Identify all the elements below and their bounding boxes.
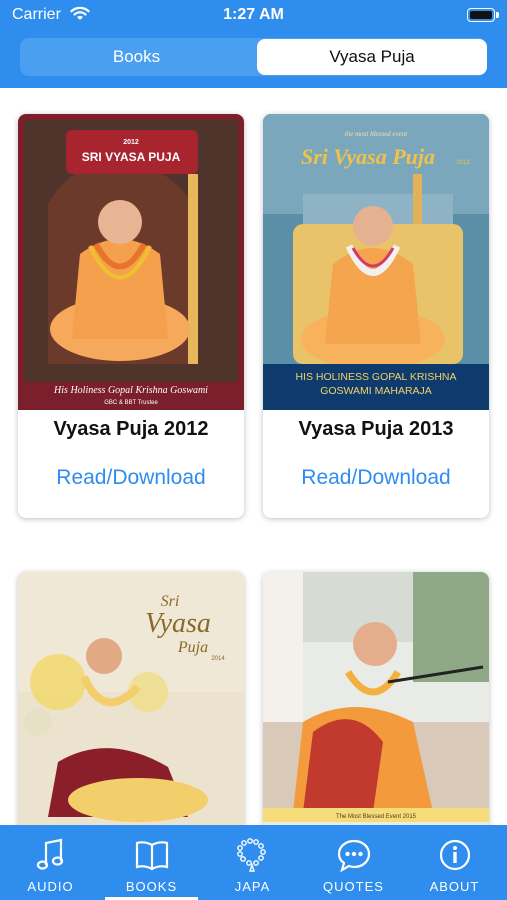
chat-bubble-icon: [337, 839, 371, 873]
cover-puja: Puja: [177, 639, 208, 656]
tab-japa[interactable]: JAPA: [202, 825, 303, 900]
read-download-link[interactable]: Read/Download: [18, 466, 244, 490]
tab-label: JAPA: [234, 879, 271, 894]
book-icon: [135, 841, 169, 871]
cover-caption-line1: HIS HOLINESS GOPAL KRISHNA: [295, 371, 456, 383]
tab-audio[interactable]: AUDIO: [0, 825, 101, 900]
info-icon: [439, 839, 471, 871]
cover-caption: The Most Blessed Event 2015: [336, 814, 417, 820]
card-title: Vyasa Puja 2012: [53, 418, 209, 440]
book-card-2013[interactable]: the most blessed event Sri Vyasa Puja 20…: [263, 114, 489, 518]
cover-image-2013[interactable]: the most blessed event Sri Vyasa Puja 20…: [263, 114, 489, 410]
cover-year: 2012: [123, 139, 139, 146]
cover-image-2012[interactable]: 2012 SRI VYASA PUJA His Holiness Gopal K…: [18, 114, 244, 410]
cover-heading: SRI VYASA PUJA: [82, 150, 181, 164]
book-card-2015[interactable]: The Most Blessed Event 2015: [263, 572, 489, 825]
book-card-2012[interactable]: 2012 SRI VYASA PUJA His Holiness Gopal K…: [18, 114, 244, 518]
tab-quotes[interactable]: QUOTES: [303, 825, 404, 900]
cover-caption-line2: GOSWAMI MAHARAJA: [320, 385, 432, 397]
status-bar: Carrier 1:27 AM: [0, 0, 507, 30]
status-time: 1:27 AM: [223, 6, 284, 23]
read-download-link[interactable]: Read/Download: [263, 466, 489, 490]
bottom-tab-bar: AUDIO BOOKS JAPA QUOTES ABOUT: [0, 825, 507, 900]
music-note-icon: [36, 838, 64, 870]
vyasa-puja-grid: 2012 SRI VYASA PUJA His Holiness Gopal K…: [0, 88, 507, 825]
tab-label: ABOUT: [429, 879, 480, 894]
cover-subcaption: GBC & BBT Trustee: [104, 400, 158, 406]
tab-books[interactable]: BOOKS: [101, 825, 202, 900]
cover-year: 2014: [211, 656, 225, 662]
segmented-control: Books Vyasa Puja: [20, 38, 487, 76]
cover-vyasa: Vyasa: [145, 608, 211, 639]
top-header: Carrier 1:27 AM Books Vyasa Puja: [0, 0, 507, 88]
tab-label: QUOTES: [323, 879, 384, 894]
japa-beads-icon: [237, 838, 266, 872]
cover-tagline: the most blessed event: [345, 130, 408, 138]
battery-icon: [467, 8, 499, 22]
segment-books[interactable]: Books: [20, 38, 253, 76]
tab-label: BOOKS: [125, 879, 178, 894]
cover-year: 2013: [456, 160, 470, 166]
tab-about[interactable]: ABOUT: [404, 825, 505, 900]
book-card-2014[interactable]: Sri Vyasa Puja 2014: [18, 572, 244, 825]
cover-image-2015[interactable]: The Most Blessed Event 2015: [263, 572, 489, 825]
cover-heading: Sri Vyasa Puja: [301, 144, 435, 169]
tab-label: AUDIO: [27, 879, 74, 894]
card-title: Vyasa Puja 2013: [298, 418, 454, 440]
cover-caption: His Holiness Gopal Krishna Goswami: [53, 385, 208, 396]
segment-vyasa-puja[interactable]: Vyasa Puja: [257, 39, 487, 75]
cover-image-2014[interactable]: Sri Vyasa Puja 2014: [18, 572, 244, 825]
